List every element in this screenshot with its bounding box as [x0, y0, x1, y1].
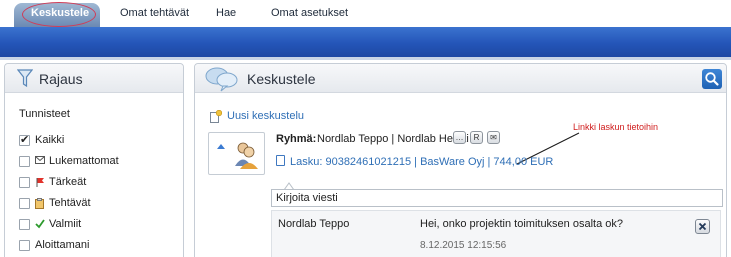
checkbox-valmiit[interactable] [19, 219, 30, 230]
checkbox-kaikki[interactable] [19, 133, 30, 146]
green-check-icon [35, 219, 45, 232]
funnel-icon [16, 68, 34, 91]
message-input[interactable] [271, 189, 723, 207]
filter-item-label: Aloittamani [35, 239, 90, 251]
ellipsis-icon: … [455, 133, 464, 142]
r-icon: R [473, 133, 480, 142]
search-button[interactable] [702, 69, 722, 89]
more-button[interactable]: … [453, 131, 466, 144]
annotation-note: Linkki laskun tietoihin [573, 122, 659, 132]
group-avatar-icon [217, 142, 258, 169]
tab-hae[interactable]: Hae [216, 0, 236, 27]
checkbox-aloittamani[interactable] [19, 240, 30, 251]
highlight-oval [22, 2, 96, 27]
filter-item-label: Valmiit [49, 218, 82, 230]
delete-message-button[interactable] [695, 219, 710, 234]
group-label: Ryhmä: [276, 133, 317, 145]
filter-panel: Rajaus Tunnisteet Kaikki Lukemattomat Tä… [4, 63, 184, 257]
checkbox-tehtavat[interactable] [19, 198, 30, 209]
envelope-icon: ✉ [490, 133, 497, 142]
conversation-panel-header: Keskustele [195, 64, 726, 93]
mail-button[interactable]: ✉ [487, 131, 500, 144]
message-author: Nordlab Teppo [278, 218, 350, 230]
message-item: Nordlab Teppo Hei, onko projektin toimit… [271, 210, 721, 257]
group-members: Nordlab Teppo | Nordlab Heikki [317, 133, 469, 145]
tags-heading: Tunnisteet [19, 108, 70, 120]
filter-item-label: Tärkeät [49, 176, 87, 188]
conversation-avatar[interactable] [208, 132, 265, 175]
message-timestamp: 8.12.2015 12:15:56 [420, 240, 507, 251]
conversation-panel: Keskustele Uusi keskustelu Ryhmä: Nordla… [194, 63, 727, 257]
new-document-icon [209, 109, 223, 126]
chat-bubbles-icon [205, 66, 239, 95]
top-tab-bar: Keskustele Omat tehtävät Hae Omat asetuk… [0, 0, 731, 27]
filter-panel-header: Rajaus [5, 64, 183, 93]
red-flag-icon [35, 177, 45, 190]
conversation-panel-title: Keskustele [247, 71, 316, 87]
header-band [0, 27, 731, 57]
new-conversation-label: Uusi keskustelu [227, 110, 305, 122]
checkbox-tarkeat[interactable] [19, 177, 30, 188]
invoice-document-icon [276, 155, 285, 166]
invoice-link[interactable]: Lasku: 90382461021215 | BasWare Oyj | 74… [290, 156, 553, 168]
r-button[interactable]: R [470, 131, 483, 144]
close-icon [698, 222, 707, 231]
checkbox-lukemattomat[interactable] [19, 156, 30, 167]
tab-omat-tehtavat[interactable]: Omat tehtävät [120, 0, 189, 27]
header-band-divider [0, 57, 731, 60]
envelope-icon [35, 156, 45, 167]
filter-item-label: Kaikki [35, 134, 65, 146]
filter-item-label: Lukemattomat [49, 155, 119, 167]
filter-item-label: Tehtävät [49, 197, 91, 209]
search-icon [705, 72, 719, 86]
message-text: Hei, onko projektin toimituksen osalta o… [420, 218, 623, 230]
tab-omat-asetukset[interactable]: Omat asetukset [271, 0, 348, 27]
filter-panel-title: Rajaus [39, 71, 83, 87]
clipboard-icon [35, 198, 44, 212]
